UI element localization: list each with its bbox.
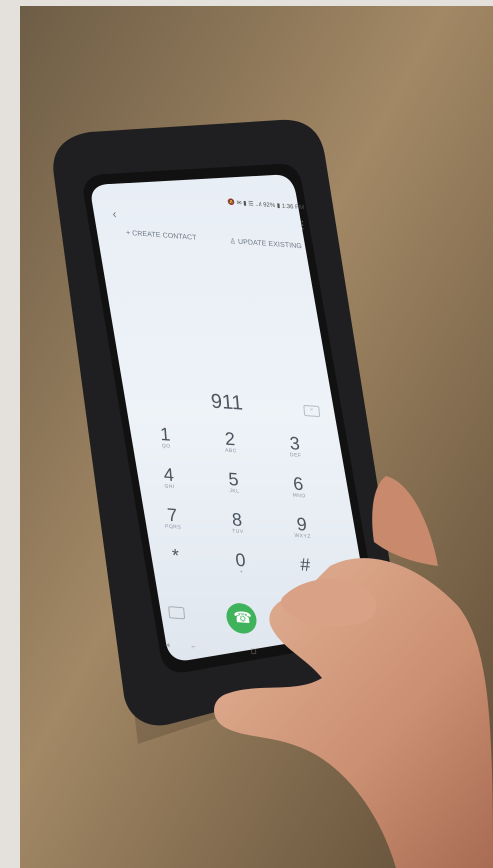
scene-illustration [20, 6, 493, 868]
photo: 🔕 ✉ ▮ ☰ ..ıl 92% ▮ 1:36 PM ‹ ⋮ + CREATE … [20, 6, 493, 868]
